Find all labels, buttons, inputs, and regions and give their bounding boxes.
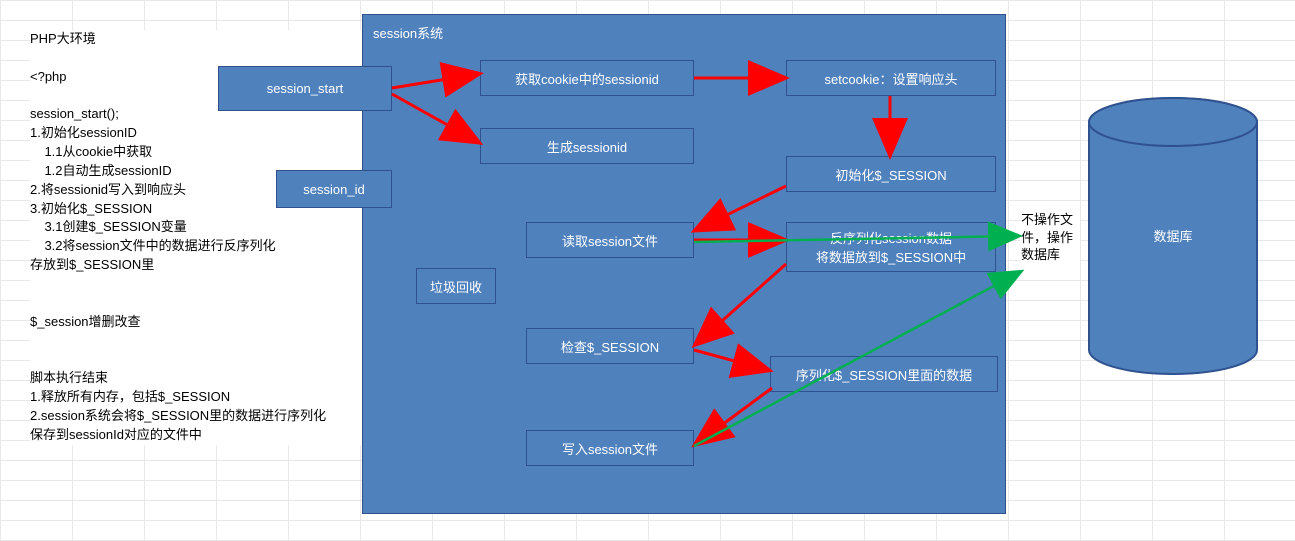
database-label: 数据库 (1086, 226, 1260, 245)
box-write-file: 写入session文件 (526, 430, 694, 466)
box-session-start: session_start (218, 66, 392, 111)
box-init-session: 初始化$_SESSION (786, 156, 996, 192)
box-read-file: 读取session文件 (526, 222, 694, 258)
box-get-cookie: 获取cookie中的sessionid (480, 60, 694, 96)
box-setcookie: setcookie：设置响应头 (786, 60, 996, 96)
session-system-title: session系统 (373, 23, 443, 42)
box-serialize: 序列化$_SESSION里面的数据 (770, 356, 998, 392)
note-db: 不操作文件，操作数据库 (1020, 210, 1080, 265)
box-deserialize: 反序列化session数据 将数据放到$_SESSION中 (786, 222, 996, 272)
box-check: 检查$_SESSION (526, 328, 694, 364)
box-session-id: session_id (276, 170, 392, 208)
box-gen-sid: 生成sessionid (480, 128, 694, 164)
box-garbage: 垃圾回收 (416, 268, 496, 304)
database-cylinder: 数据库 (1086, 96, 1260, 376)
